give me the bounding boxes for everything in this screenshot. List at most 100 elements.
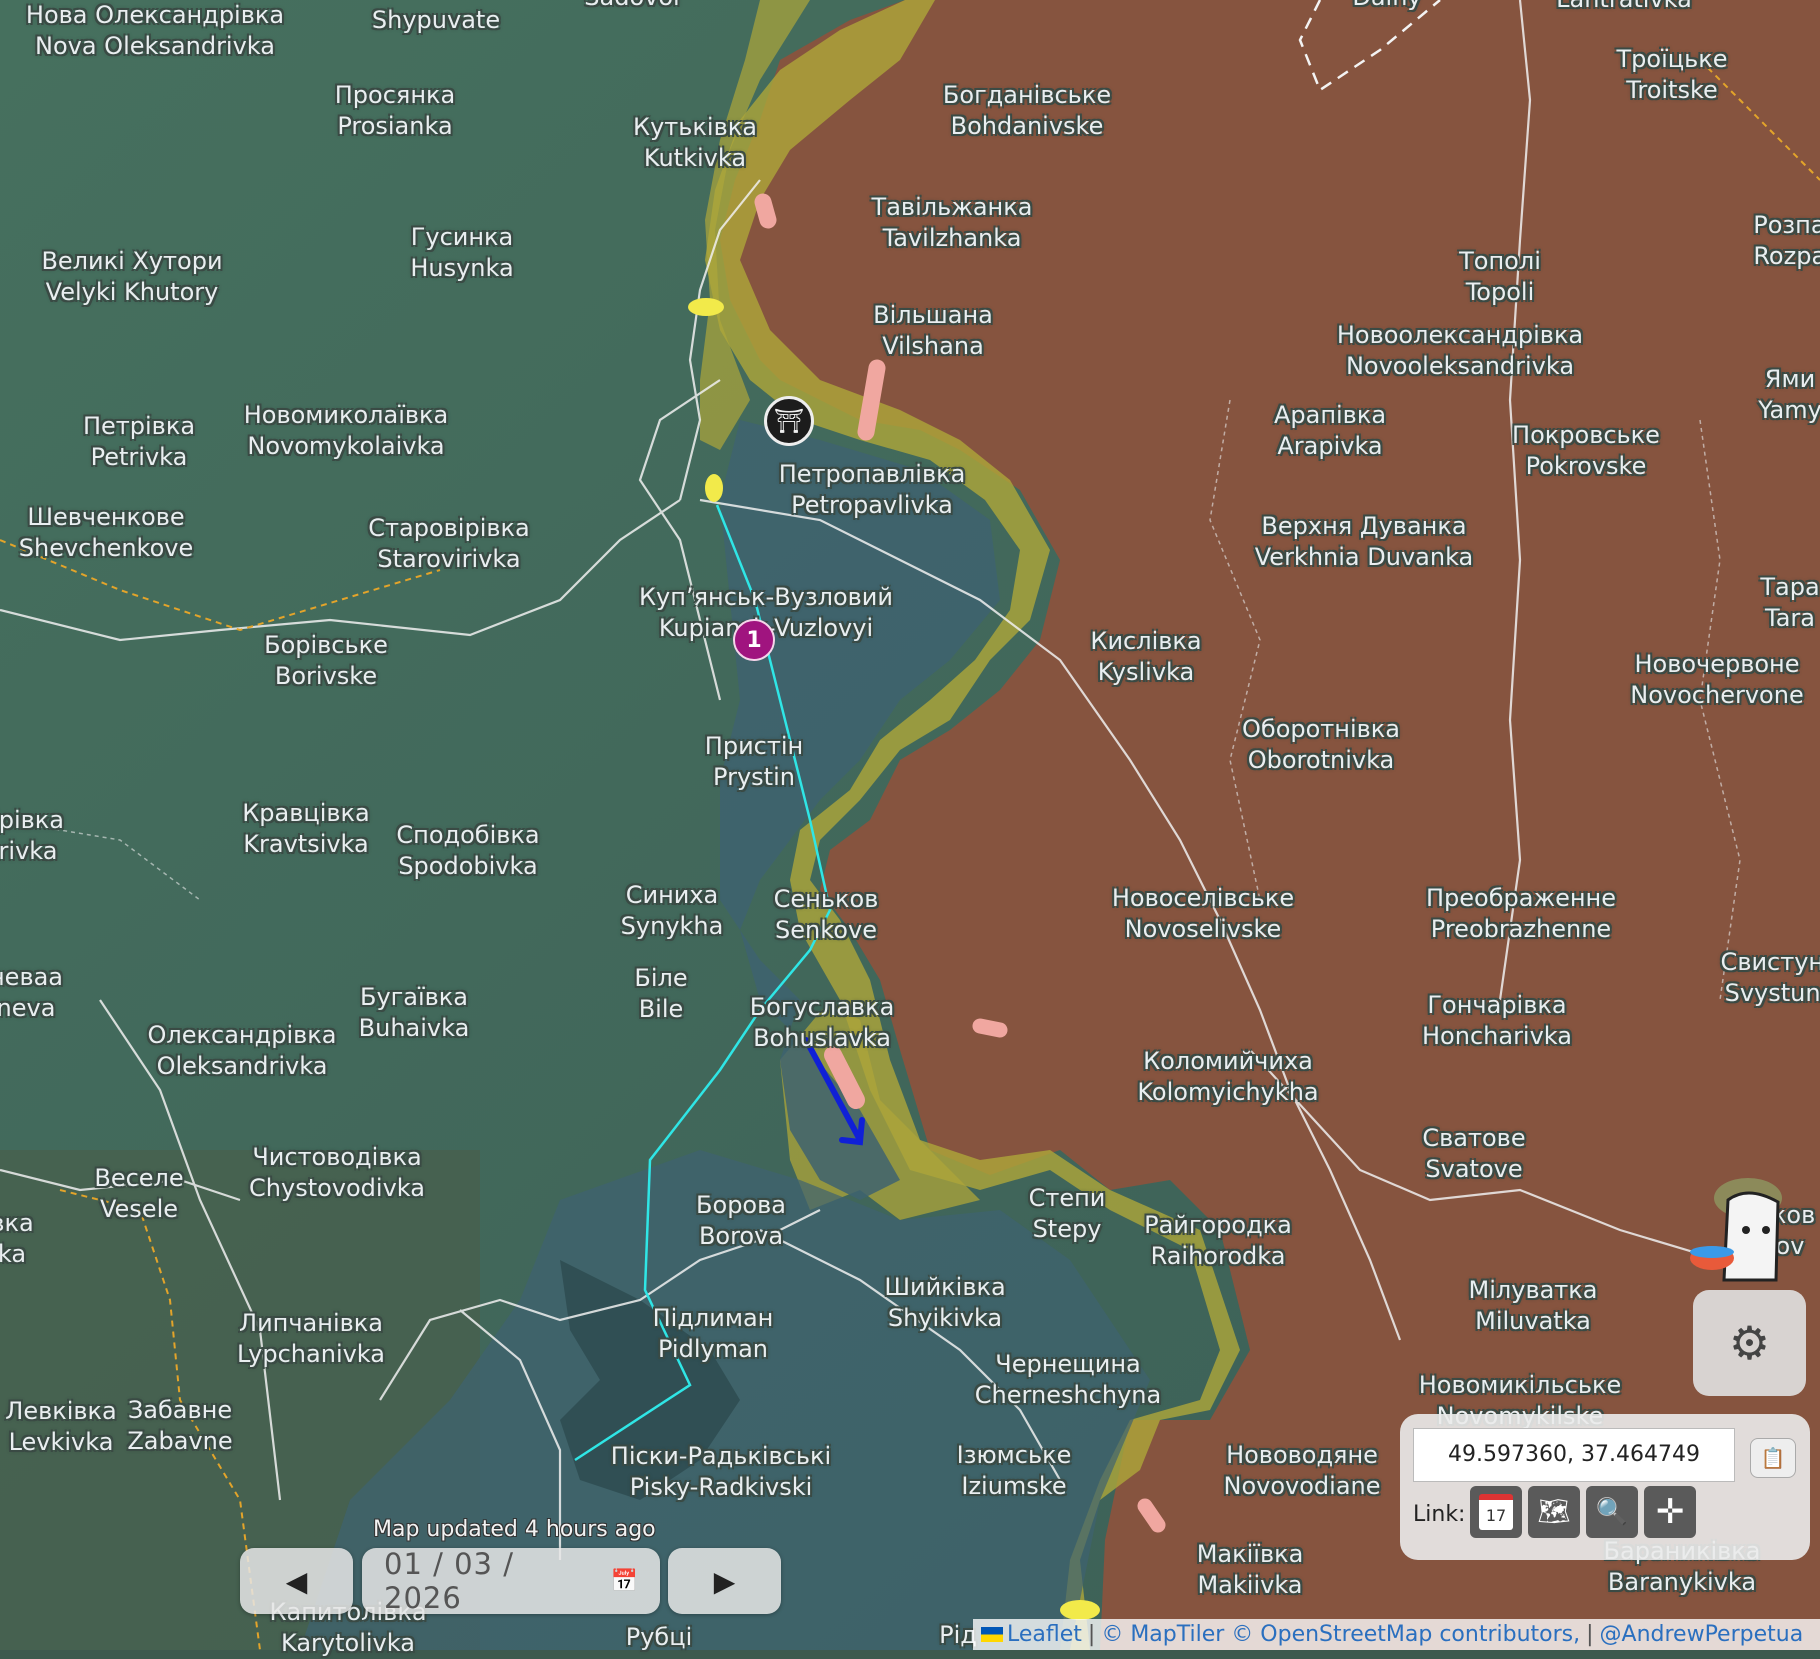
place-name-ua: Розпас — [1753, 211, 1820, 239]
place-name-en: Topoli — [1465, 278, 1535, 306]
place-name-en: Spodobivka — [398, 852, 538, 880]
place-name-ua: Сватове — [1422, 1124, 1526, 1152]
leaflet-link[interactable]: Leaflet — [1007, 1622, 1082, 1647]
place-label: неваa neva — [0, 962, 63, 1024]
place-label: Бугаївка Buhaivka — [359, 982, 470, 1044]
event-marker[interactable]: 1 — [733, 619, 775, 661]
place-name-ua: вка — [0, 1209, 34, 1237]
place-name-ua: Ями — [1764, 365, 1816, 393]
world-map-link-button[interactable]: 🗺 — [1528, 1486, 1580, 1538]
place-name-ua: Липчанівка — [239, 1309, 383, 1337]
link-label: Link: — [1413, 1502, 1466, 1527]
date-picker[interactable]: 01 / 03 / 2026 📅 — [362, 1547, 660, 1615]
headquarters-icon[interactable]: ⛩ — [764, 396, 814, 446]
place-name-en: Baranykivka — [1607, 1568, 1757, 1596]
place-name-ua: Синиха — [625, 881, 719, 909]
place-label: Великі Хутори Velyki Khutory — [41, 246, 222, 308]
place-name-en: Husynka — [410, 254, 514, 282]
place-name-en: Novomykolaivka — [247, 432, 445, 460]
place-label: Новомиколаївка Novomykolaivka — [244, 400, 449, 462]
search-link-button[interactable]: 🔍 — [1586, 1486, 1638, 1538]
place-label: Макіївка Makiivka — [1197, 1539, 1304, 1601]
place-name-ua: Степи — [1028, 1184, 1106, 1212]
attribution-separator: | — [1087, 1622, 1096, 1647]
settings-button[interactable]: ⚙ — [1693, 1290, 1806, 1396]
place-name-en: Novovodiane — [1223, 1472, 1381, 1500]
place-name-ua: Куп’янськ-Вузловий — [639, 583, 893, 611]
place-name-ua: Новоолександрівка — [1336, 321, 1584, 349]
place-name-ua: Shypuvate — [371, 6, 501, 34]
attribution-bar: Leaflet | © MapTiler © OpenStreetMap con… — [973, 1619, 1820, 1650]
place-label: Просянка Prosianka — [335, 80, 456, 142]
place-label: ірівка rivka — [0, 805, 64, 867]
place-name-en: Kyslivka — [1097, 658, 1195, 686]
coordinates-field[interactable]: 49.597360, 37.464749 — [1413, 1428, 1735, 1482]
place-name-en: Svystunivk — [1724, 979, 1820, 1007]
place-name-en: Tavilzhanka — [882, 224, 1022, 252]
place-name-ua: Рід — [939, 1621, 977, 1649]
place-label: Мілуватка Miluvatka — [1469, 1275, 1598, 1337]
place-name-ua: Борівське — [264, 631, 388, 659]
place-name-en: Petropavlivka — [791, 491, 953, 519]
place-name-ua: Сподобівка — [396, 821, 540, 849]
place-label: Кравцівка Kravtsivka — [242, 798, 369, 860]
place-name-en: Novooleksandrivka — [1345, 352, 1575, 380]
place-name-en: Chystovodivka — [249, 1174, 425, 1202]
place-label: Райгородка Raihorodka — [1144, 1210, 1292, 1272]
author-link[interactable]: @AndrewPerpetua — [1600, 1622, 1804, 1647]
place-label: Нововодяне Novovodiane — [1224, 1440, 1381, 1502]
place-name-en: neva — [0, 994, 56, 1022]
place-label: Верхня Дуванка Verkhnia Duvanka — [1255, 511, 1474, 573]
place-name-ua: Троїцьке — [1616, 45, 1728, 73]
place-name-ua: Пристін — [704, 732, 804, 760]
place-name-en: Cherneshchyna — [974, 1381, 1162, 1409]
place-name-en: Buhaivka — [358, 1014, 470, 1042]
place-name-en: Prosianka — [337, 112, 453, 140]
place-label: Підлиман Pidlyman — [653, 1303, 774, 1365]
place-label: Олександрівка Oleksandrivka — [148, 1020, 337, 1082]
calendar-icon[interactable]: 📅 — [611, 1569, 638, 1594]
calendar-link-button[interactable]: 17 — [1470, 1486, 1522, 1538]
place-name-ua: Dalny — [1352, 0, 1421, 13]
place-name-ua: Забавне — [127, 1396, 233, 1424]
place-label: Левківка Levkivka — [5, 1396, 116, 1458]
place-name-en: Velyki Khutory — [45, 278, 219, 306]
place-name-en: Rozpas — [1753, 242, 1820, 270]
place-name-en: Pisky-Radkivski — [629, 1473, 813, 1501]
place-name-ua: Рубці — [625, 1623, 693, 1651]
place-label: Шевченкове Shevchenkove — [19, 502, 194, 564]
place-name-en: Kolomyichykha — [1137, 1078, 1319, 1106]
place-label: Новоселівське Novoselivske — [1112, 883, 1294, 945]
clipboard-icon: 📋 — [1760, 1446, 1786, 1470]
place-name-ua: Кравцівка — [242, 799, 370, 827]
crosshair-link-button[interactable]: ✛ — [1644, 1486, 1696, 1538]
place-name-en: Borivske — [274, 662, 378, 690]
place-name-en: Iziumske — [961, 1472, 1067, 1500]
previous-day-button[interactable]: ◀ — [240, 1548, 353, 1614]
place-name-ua: Чистоводівка — [252, 1143, 422, 1171]
place-name-ua: Вільшана — [873, 301, 993, 329]
place-name-ua: Коломийчиха — [1143, 1047, 1313, 1075]
place-label: Веселе Vesele — [94, 1163, 183, 1225]
mascot-icon[interactable] — [1688, 1170, 1808, 1290]
place-label: Кутьківка Kutkivka — [633, 112, 757, 174]
chevron-left-icon: ◀ — [285, 1564, 308, 1598]
place-label: Петропавлівка Petropavlivka — [779, 459, 966, 521]
place-name-en: Troitske — [1626, 76, 1718, 104]
place-label: Петрівка Petrivka — [83, 411, 195, 473]
place-label: Lantratıvka — [1556, 0, 1692, 15]
place-name-ua: Чернещина — [995, 1350, 1141, 1378]
place-label: Ізюмське Iziumske — [957, 1440, 1072, 1502]
place-label: Тара Tara — [1760, 572, 1819, 634]
place-name-en: Oleksandrivka — [156, 1052, 328, 1080]
place-name-en: Yamy — [1758, 396, 1820, 424]
place-name-ua: Старовірівка — [368, 514, 530, 542]
place-name-en: Borova — [698, 1222, 784, 1250]
place-label: Борівське Borivske — [264, 630, 388, 692]
next-day-button[interactable]: ▶ — [668, 1548, 781, 1614]
copy-coordinates-button[interactable]: 📋 — [1750, 1438, 1796, 1478]
place-name-ua: Макіївка — [1196, 1540, 1304, 1568]
place-name-ua: Петропавлівка — [778, 460, 966, 488]
maptiler-osm-link[interactable]: © MapTiler © OpenStreetMap contributors, — [1101, 1622, 1580, 1647]
place-name-ua: ірівка — [0, 806, 64, 834]
